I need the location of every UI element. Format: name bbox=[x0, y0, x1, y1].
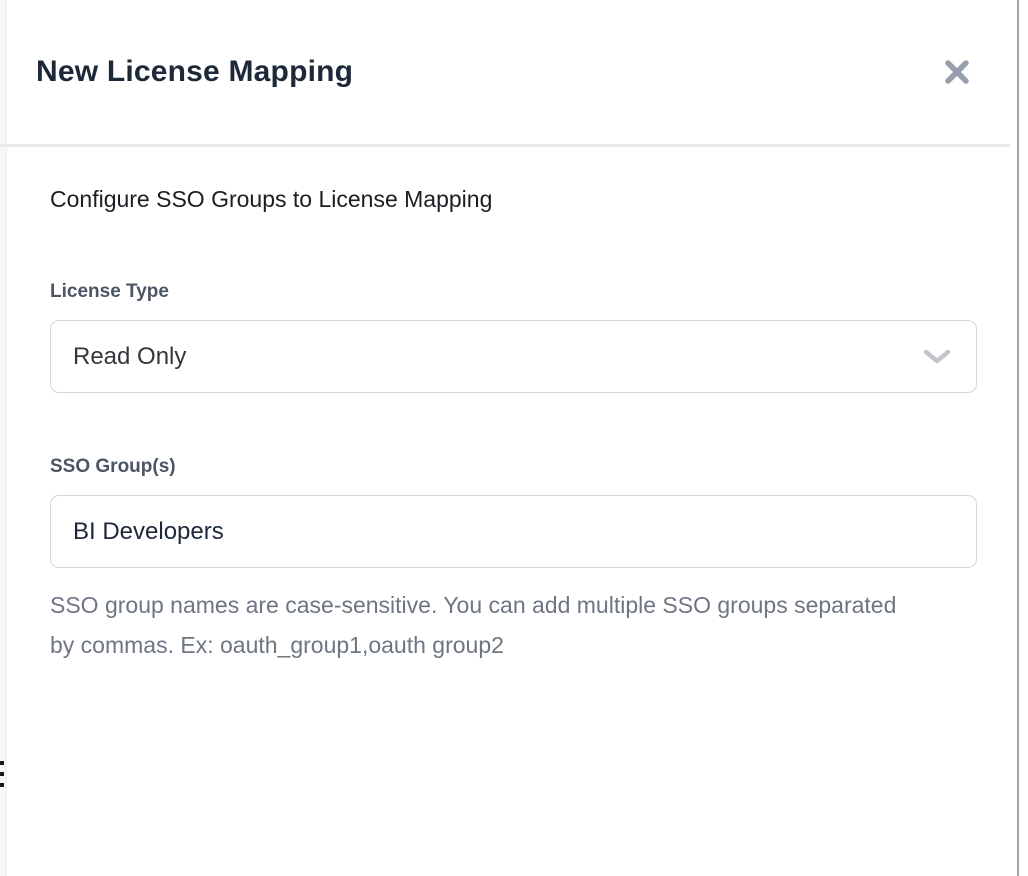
sso-groups-label: SSO Group(s) bbox=[50, 455, 974, 479]
window-edge-line bbox=[1017, 0, 1019, 876]
license-type-selected-value: Read Only bbox=[73, 343, 186, 371]
sso-groups-helper-text: SSO group names are case-sensitive. You … bbox=[50, 585, 900, 665]
sso-groups-input[interactable] bbox=[50, 495, 977, 568]
modal-subtitle: Configure SSO Groups to License Mapping bbox=[50, 184, 974, 214]
right-gutter bbox=[1019, 0, 1028, 876]
close-icon bbox=[942, 57, 972, 87]
close-button[interactable] bbox=[935, 50, 979, 94]
header-divider bbox=[0, 144, 1010, 147]
modal-header: New License Mapping bbox=[7, 0, 1017, 144]
license-type-label: License Type bbox=[50, 280, 974, 304]
modal-title: New License Mapping bbox=[36, 55, 353, 89]
license-type-select[interactable]: Read Only bbox=[50, 320, 977, 393]
new-license-mapping-modal: New License Mapping Configure SSO Groups… bbox=[7, 0, 1017, 876]
screen: New License Mapping Configure SSO Groups… bbox=[0, 0, 1028, 876]
background-page-sliver bbox=[0, 0, 7, 876]
background-list-icon bbox=[0, 761, 4, 787]
chevron-down-icon bbox=[922, 348, 952, 366]
modal-body: Configure SSO Groups to License Mapping … bbox=[7, 144, 1017, 665]
